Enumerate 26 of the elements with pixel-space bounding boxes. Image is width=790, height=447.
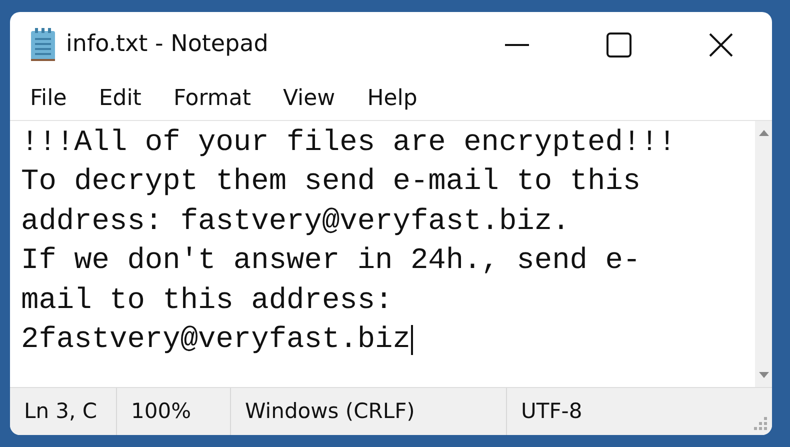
text-area[interactable]: !!!All of your files are encrypted!!! To decrypt them send e-mail to this address: fastvery@veryfast.biz. If we don't answer in 24h., send e- mail to this address: 2fastvery@veryfast.biz xyxy=(10,121,755,387)
text-cursor xyxy=(411,324,414,355)
scroll-down-icon[interactable] xyxy=(758,371,770,379)
menu-item[interactable]: Format xyxy=(163,82,261,115)
menu-item[interactable]: Edit xyxy=(88,82,152,115)
close-icon xyxy=(708,32,734,58)
text-line: 2fastvery@veryfast.biz xyxy=(21,321,410,358)
scroll-up-icon[interactable] xyxy=(758,129,770,137)
status-field: 100% xyxy=(117,388,231,435)
text-line: If we don't answer in 24h., send e- xyxy=(21,242,641,280)
menu-item[interactable]: View xyxy=(272,82,346,115)
menu-item[interactable]: File xyxy=(20,82,77,115)
maximize-icon xyxy=(606,32,632,58)
window-title: info.txt - Notepad xyxy=(66,30,268,60)
text-line: To decrypt them send e-mail to this xyxy=(21,163,641,200)
menu-item[interactable]: Help xyxy=(357,82,428,115)
resize-grip-icon[interactable] xyxy=(752,415,768,431)
status-field: Windows (CRLF) xyxy=(231,388,507,435)
text-line: mail to this address: xyxy=(21,282,393,319)
notepad-icon xyxy=(30,28,56,62)
text-line: address: fastvery@veryfast.biz. xyxy=(21,202,570,240)
status-field: Ln 3, C xyxy=(10,388,117,435)
text-line: !!!All of your files are encrypted!!! xyxy=(21,124,676,161)
status-field: UTF-8 xyxy=(507,388,596,435)
minimize-icon xyxy=(504,42,530,46)
scrollbar[interactable] xyxy=(755,121,772,387)
